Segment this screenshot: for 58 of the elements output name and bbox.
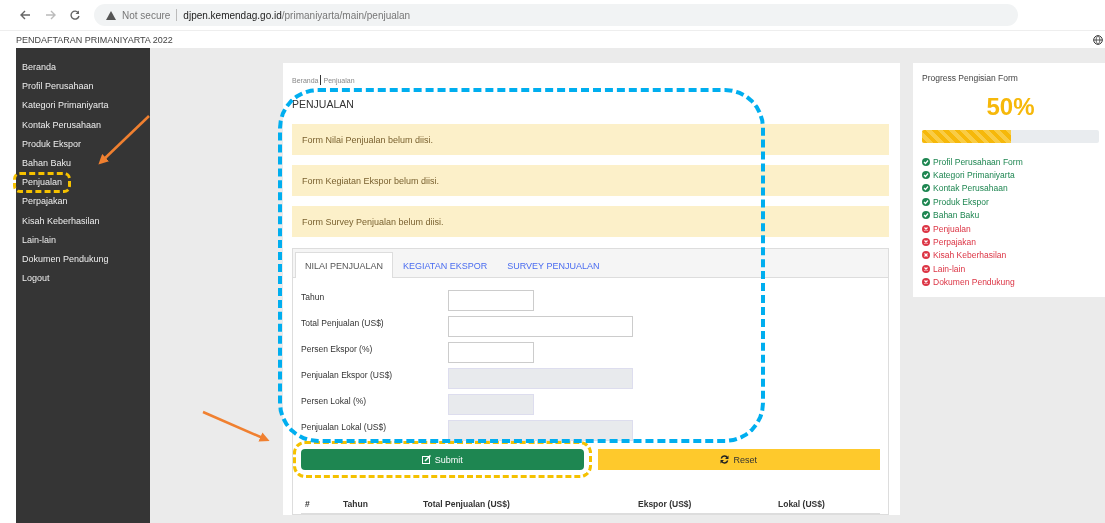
refresh-icon (720, 455, 730, 464)
warning-alert: Form Kegiatan Ekspor belum diisi. (292, 165, 889, 196)
page-title: PENJUALAN (292, 98, 355, 110)
input-field[interactable] (448, 342, 534, 363)
sidebar-item[interactable]: Kisah Keberhasilan (13, 210, 109, 232)
field-label: Persen Ekspor (%) (301, 343, 374, 356)
field-label: Penjualan Ekspor (US$) (301, 369, 394, 382)
back-icon[interactable] (20, 10, 31, 20)
column-header: # (301, 495, 339, 514)
progress-item: Profil Perusahaan Form (933, 156, 1023, 167)
progress-item: Kontak Perusahaan (933, 183, 1008, 194)
sidebar-item[interactable]: Kategori Primaniyarta (13, 95, 118, 117)
globe-icon[interactable] (1093, 34, 1103, 45)
progress-percent: 50% (985, 93, 1036, 121)
sidebar-item[interactable]: Penjualan (13, 172, 72, 194)
sidebar-item[interactable]: Produk Ekspor (13, 133, 91, 155)
tab[interactable]: KEGIATAN EKSPOR (393, 252, 498, 278)
column-header: Total Penjualan (US$) (419, 495, 634, 514)
url-text: djpen.kemendag.go.id/primaniyarta/main/penjualan (183, 9, 411, 21)
progress-item: Bahan Baku (933, 210, 980, 221)
edit-icon (421, 455, 431, 464)
progress-item: Kategori Primaniyarta (933, 170, 1015, 181)
progress-item: Dokumen Pendukung (933, 277, 1015, 288)
reset-button[interactable]: Reset (597, 449, 880, 470)
warning-alert: Form Survey Penjualan belum diisi. (292, 206, 889, 237)
field-label: Persen Lokal (%) (301, 395, 368, 408)
address-bar[interactable]: Not secure djpen.kemendag.go.id/primaniyarta/main/penjualan (94, 4, 1018, 26)
field-label: Tahun (301, 291, 326, 304)
column-header: Ekspor (US$) (634, 495, 774, 514)
warning-alert: Form Nilai Penjualan belum diisi. (292, 124, 889, 155)
forward-icon[interactable] (45, 10, 56, 20)
reload-icon[interactable] (70, 10, 80, 20)
field-label: Total Penjualan (US$) (301, 317, 385, 330)
sidebar-item[interactable]: Dokumen Pendukung (13, 248, 118, 270)
input-field[interactable] (448, 290, 534, 311)
input-field[interactable] (448, 316, 633, 337)
sidebar-item[interactable]: Profil Perusahaan (13, 76, 103, 98)
warning-icon (106, 10, 116, 20)
field-label: Penjualan Lokal (US$) (301, 421, 388, 434)
sidebar-item[interactable]: Perpajakan (13, 191, 77, 213)
sidebar-item[interactable]: Beranda (13, 57, 66, 79)
app-title: PENDAFTARAN PRIMANIYARTA 2022 (16, 34, 173, 45)
sidebar-item[interactable]: Bahan Baku (13, 153, 81, 175)
progress-item: Produk Ekspor (933, 196, 989, 207)
progress-item: Penjualan (933, 223, 971, 234)
progress-item: Perpajakan (933, 237, 976, 248)
arrow (201, 409, 271, 445)
progress-item: Lain-lain (933, 263, 966, 274)
sidebar-item[interactable]: Lain-lain (13, 229, 66, 251)
column-header: Tahun (339, 495, 419, 514)
card-title: Progress Pengisian Form (922, 73, 1019, 83)
sidebar-item[interactable]: Kontak Perusahaan (13, 114, 111, 136)
column-header: Lokal (US$) (774, 495, 880, 514)
progress-item: Kisah Keberhasilan (933, 250, 1007, 261)
tab[interactable]: SURVEY PENJUALAN (497, 252, 610, 278)
sidebar-item[interactable]: Logout (13, 268, 59, 290)
tab[interactable]: NILAI PENJUALAN (295, 252, 394, 278)
security-label: Not secure (122, 9, 171, 21)
